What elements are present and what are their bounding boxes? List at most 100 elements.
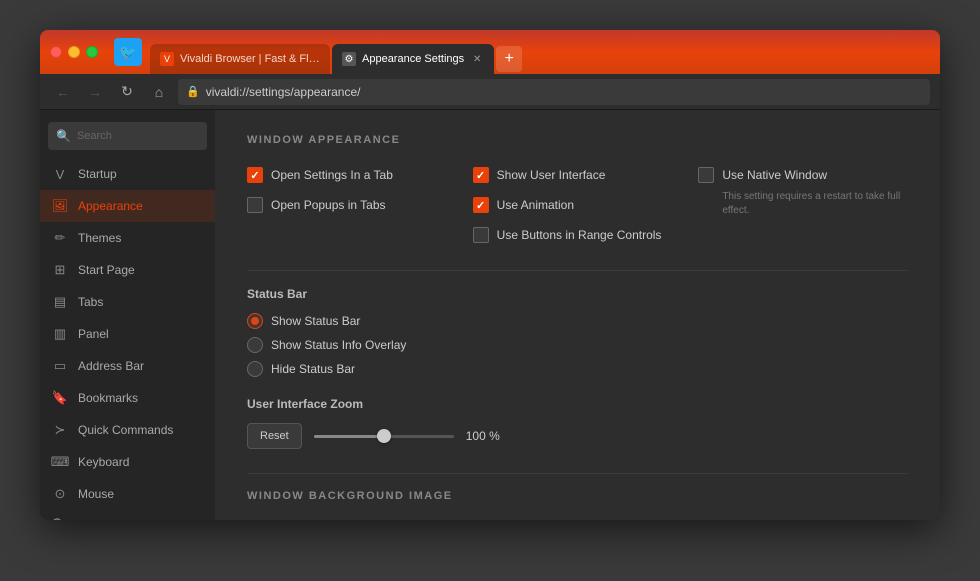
checkbox-use-buttons-range[interactable] xyxy=(473,227,489,243)
home-button[interactable]: ⌂ xyxy=(146,79,172,105)
tabs-icon: ▤ xyxy=(52,294,68,310)
panel-icon: ▥ xyxy=(52,326,68,342)
zoom-slider-thumb[interactable] xyxy=(377,429,391,443)
zoom-reset-button[interactable]: Reset xyxy=(247,423,302,449)
divider-2 xyxy=(247,473,908,474)
sidebar-item-tabs[interactable]: ▤ Tabs xyxy=(40,286,215,318)
maximize-button[interactable] xyxy=(86,46,98,58)
minimize-button[interactable] xyxy=(68,46,80,58)
checkbox-show-ui[interactable] xyxy=(473,167,489,183)
checkbox-show-ui-label: Show User Interface xyxy=(497,168,606,182)
address-bar-icon: ▭ xyxy=(52,358,68,374)
checkboxes-col2: Show User Interface Use Animation Use Bu… xyxy=(473,164,683,246)
twitter-icon: 🐦 xyxy=(114,38,142,66)
checkbox-native-window[interactable] xyxy=(698,167,714,183)
sidebar-item-keyboard[interactable]: ⌨ Keyboard xyxy=(40,446,215,478)
startup-icon: V xyxy=(52,166,68,182)
address-bar-text: vivaldi://settings/appearance/ xyxy=(206,85,361,99)
sidebar-item-start-page-label: Start Page xyxy=(78,263,135,277)
forward-button[interactable]: → xyxy=(82,79,108,105)
sidebar-item-startup[interactable]: V Startup xyxy=(40,158,215,190)
sidebar-item-keyboard-label: Keyboard xyxy=(78,455,129,469)
sidebar-item-mouse-label: Mouse xyxy=(78,487,114,501)
checkbox-use-animation[interactable] xyxy=(473,197,489,213)
checkbox-open-settings-tab-row: Open Settings In a Tab xyxy=(247,164,457,186)
traffic-lights xyxy=(50,46,98,58)
vivaldi-favicon: V xyxy=(160,52,174,66)
sidebar: 🔍 Search V Startup 🖼 Appearance ✏ Themes… xyxy=(40,110,215,520)
checkbox-open-popups-label: Open Popups in Tabs xyxy=(271,198,386,212)
zoom-slider[interactable] xyxy=(314,426,454,446)
native-window-note: This setting requires a restart to take … xyxy=(722,190,908,218)
sidebar-item-search-label: Search xyxy=(78,519,116,520)
sidebar-item-mouse[interactable]: ⊙ Mouse xyxy=(40,478,215,510)
sidebar-search-placeholder: Search xyxy=(77,130,112,142)
tab-settings[interactable]: ⚙ Appearance Settings ✕ xyxy=(332,44,494,74)
sidebar-item-quick-commands[interactable]: ≻ Quick Commands xyxy=(40,414,215,446)
zoom-title: User Interface Zoom xyxy=(247,397,908,411)
sidebar-item-start-page[interactable]: ⊞ Start Page xyxy=(40,254,215,286)
checkbox-open-popups[interactable] xyxy=(247,197,263,213)
checkboxes-col3: Use Native Window This setting requires … xyxy=(698,164,908,246)
radio-show-status-info-overlay-row: Show Status Info Overlay xyxy=(247,337,908,353)
radio-group-status-bar: Show Status Bar Show Status Info Overlay… xyxy=(247,313,908,377)
browser-window: 🐦 V Vivaldi Browser | Fast & Flexi... ⚙ … xyxy=(40,30,940,520)
checkbox-native-window-row: Use Native Window xyxy=(698,164,908,186)
sidebar-item-themes-label: Themes xyxy=(78,231,121,245)
sidebar-item-panel-label: Panel xyxy=(78,327,109,341)
reload-button[interactable]: ↻ xyxy=(114,79,140,105)
zoom-slider-fill xyxy=(314,435,384,438)
radio-show-status-info-overlay-label: Show Status Info Overlay xyxy=(271,338,406,352)
sidebar-item-quick-commands-label: Quick Commands xyxy=(78,423,173,437)
mouse-icon: ⊙ xyxy=(52,486,68,502)
sidebar-item-address-bar-label: Address Bar xyxy=(78,359,144,373)
tab-vivaldi[interactable]: V Vivaldi Browser | Fast & Flexi... xyxy=(150,44,330,74)
window-appearance-title: WINDOW APPEARANCE xyxy=(247,134,908,146)
radio-show-status-bar-label: Show Status Bar xyxy=(271,314,360,328)
radio-show-status-bar[interactable] xyxy=(247,313,263,329)
tab-close-button[interactable]: ✕ xyxy=(470,52,484,66)
quick-commands-icon: ≻ xyxy=(52,422,68,438)
radio-hide-status-bar[interactable] xyxy=(247,361,263,377)
tab-vivaldi-label: Vivaldi Browser | Fast & Flexi... xyxy=(180,53,320,65)
divider-1 xyxy=(247,270,908,271)
checkbox-show-ui-row: Show User Interface xyxy=(473,164,683,186)
checkbox-use-buttons-range-label: Use Buttons in Range Controls xyxy=(497,228,662,242)
zoom-slider-track xyxy=(314,435,454,438)
search-sidebar-icon: 🔍 xyxy=(52,518,68,520)
radio-show-status-info-overlay[interactable] xyxy=(247,337,263,353)
sidebar-item-bookmarks[interactable]: 🔖 Bookmarks xyxy=(40,382,215,414)
checkbox-use-animation-label: Use Animation xyxy=(497,198,574,212)
main-content: 🔍 Search V Startup 🖼 Appearance ✏ Themes… xyxy=(40,110,940,520)
checkbox-open-settings-tab-label: Open Settings In a Tab xyxy=(271,168,393,182)
window-bg-title: WINDOW BACKGROUND IMAGE xyxy=(247,490,908,502)
checkboxes-col1: Open Settings In a Tab Open Popups in Ta… xyxy=(247,164,457,246)
checkbox-native-window-label: Use Native Window xyxy=(722,168,827,182)
bookmarks-icon: 🔖 xyxy=(52,390,68,406)
new-tab-button[interactable]: + xyxy=(496,46,522,72)
radio-hide-status-bar-label: Hide Status Bar xyxy=(271,362,355,376)
sidebar-item-tabs-label: Tabs xyxy=(78,295,103,309)
tab-settings-label: Appearance Settings xyxy=(362,53,464,65)
radio-hide-status-bar-row: Hide Status Bar xyxy=(247,361,908,377)
sidebar-search[interactable]: 🔍 Search xyxy=(48,122,207,150)
back-button[interactable]: ← xyxy=(50,79,76,105)
address-bar-lock-icon: 🔒 xyxy=(186,85,200,98)
address-bar[interactable]: 🔒 vivaldi://settings/appearance/ xyxy=(178,79,930,105)
checkbox-open-settings-tab[interactable] xyxy=(247,167,263,183)
appearance-icon: 🖼 xyxy=(52,198,68,214)
search-icon: 🔍 xyxy=(56,129,71,143)
nav-bar: ← → ↻ ⌂ 🔒 vivaldi://settings/appearance/ xyxy=(40,74,940,110)
sidebar-item-themes[interactable]: ✏ Themes xyxy=(40,222,215,254)
settings-content: WINDOW APPEARANCE Open Settings In a Tab… xyxy=(215,110,940,520)
title-bar: 🐦 V Vivaldi Browser | Fast & Flexi... ⚙ … xyxy=(40,30,940,74)
sidebar-item-panel[interactable]: ▥ Panel xyxy=(40,318,215,350)
close-button[interactable] xyxy=(50,46,62,58)
radio-show-status-bar-row: Show Status Bar xyxy=(247,313,908,329)
settings-checkboxes-grid: Open Settings In a Tab Open Popups in Ta… xyxy=(247,164,908,246)
tabs-area: V Vivaldi Browser | Fast & Flexi... ⚙ Ap… xyxy=(150,30,930,74)
sidebar-item-appearance[interactable]: 🖼 Appearance xyxy=(40,190,215,222)
sidebar-item-search[interactable]: 🔍 Search xyxy=(40,510,215,520)
sidebar-item-address-bar[interactable]: ▭ Address Bar xyxy=(40,350,215,382)
checkbox-use-animation-row: Use Animation xyxy=(473,194,683,216)
